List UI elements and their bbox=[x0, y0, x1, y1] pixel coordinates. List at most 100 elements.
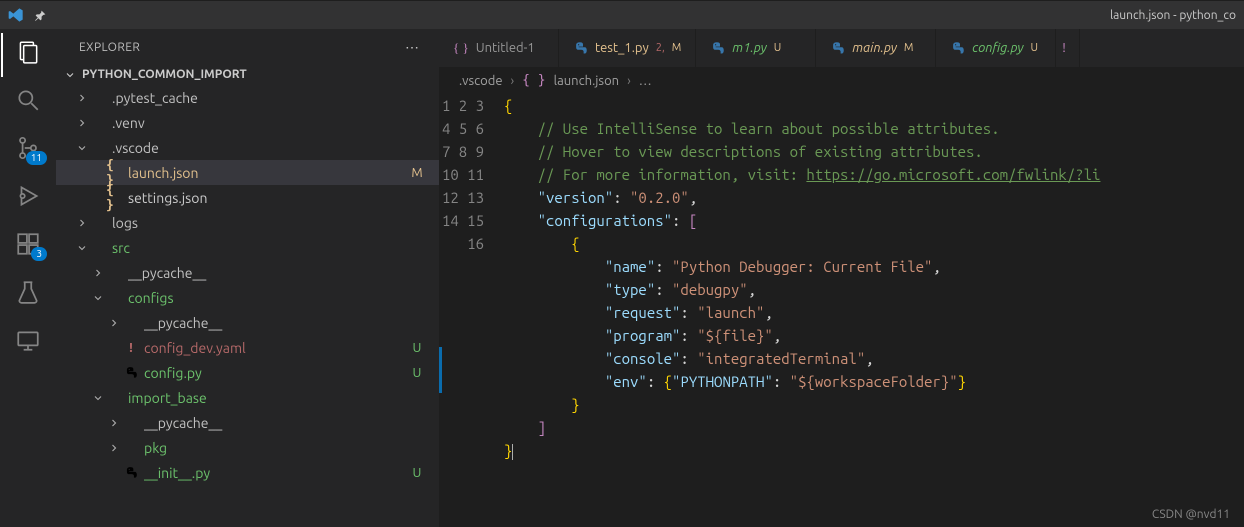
chevron-right-icon[interactable] bbox=[90, 267, 106, 279]
folder-row[interactable]: logs bbox=[56, 210, 439, 235]
python-file-icon bbox=[950, 41, 965, 56]
ext-badge: 3 bbox=[31, 247, 47, 261]
folder-row[interactable]: __pycache__ bbox=[56, 310, 439, 335]
chevron-right-icon[interactable] bbox=[74, 117, 90, 129]
file-row[interactable]: !config_dev.yamlU bbox=[56, 335, 439, 360]
tab-problem-count: 2, bbox=[656, 42, 665, 54]
scm-view-icon[interactable]: 11 bbox=[15, 135, 41, 161]
tree-item-label: __pycache__ bbox=[144, 415, 409, 431]
python-file-icon bbox=[830, 41, 845, 56]
tab-label: test_1.py bbox=[595, 41, 649, 55]
extensions-view-icon[interactable]: 3 bbox=[15, 231, 41, 257]
folder-row[interactable]: .pytest_cache bbox=[56, 85, 439, 110]
tab-label: config.py bbox=[972, 41, 1023, 55]
tab-git-status: U bbox=[1031, 42, 1039, 54]
editor-tab[interactable]: config.py U bbox=[936, 29, 1056, 67]
tab-git-status: U bbox=[774, 42, 782, 54]
git-status: U bbox=[409, 341, 425, 355]
folder-row[interactable]: src bbox=[56, 235, 439, 260]
file-row[interactable]: config.pyU bbox=[56, 360, 439, 385]
git-status: U bbox=[409, 466, 425, 480]
gutter-change-mark bbox=[439, 347, 442, 393]
tree-item-label: .vscode bbox=[112, 140, 409, 156]
folder-row[interactable]: __pycache__ bbox=[56, 260, 439, 285]
json-icon: { } bbox=[522, 73, 545, 88]
file-row[interactable]: { }launch.jsonM bbox=[56, 160, 439, 185]
editor-tab[interactable]: { } Untitled-1 bbox=[439, 29, 559, 67]
editor-tab-overflow[interactable]: ! bbox=[1056, 29, 1080, 67]
tree-item-label: pkg bbox=[144, 440, 409, 456]
scm-badge: 11 bbox=[26, 151, 47, 165]
chevron-down-icon[interactable] bbox=[90, 392, 106, 404]
tree-item-label: config.py bbox=[144, 365, 409, 381]
chevron-down-icon[interactable] bbox=[74, 242, 90, 254]
folder-row[interactable]: pkg bbox=[56, 435, 439, 460]
file-row[interactable]: { }settings.json bbox=[56, 185, 439, 210]
tree-item-label: configs bbox=[128, 290, 409, 306]
line-number-gutter: 1 2 3 4 5 6 7 8 9 10 11 12 13 14 15 16 bbox=[439, 94, 504, 527]
activity-bar: 11 3 bbox=[0, 29, 56, 527]
folder-row[interactable]: .vscode bbox=[56, 135, 439, 160]
chevron-right-icon: › bbox=[627, 74, 631, 88]
json-file-icon: { } bbox=[106, 183, 124, 213]
yaml-file-icon: ! bbox=[122, 341, 140, 355]
chevron-right-icon[interactable] bbox=[74, 92, 90, 104]
python-file-icon bbox=[710, 41, 725, 56]
editor-tab[interactable]: main.pyM bbox=[816, 29, 936, 67]
breadcrumb-segment[interactable]: launch.json bbox=[554, 74, 619, 88]
workspace-folder-header[interactable]: PYTHON_COMMON_IMPORT bbox=[56, 64, 439, 85]
folder-row[interactable]: .venv bbox=[56, 110, 439, 135]
debug-view-icon[interactable] bbox=[15, 183, 41, 209]
pin-icon[interactable] bbox=[34, 9, 47, 22]
watermark: CSDN @nvd11 bbox=[1152, 508, 1230, 521]
folder-row[interactable]: import_base bbox=[56, 385, 439, 410]
breadcrumb-end: … bbox=[639, 74, 652, 88]
editor-tab[interactable]: m1.py U bbox=[696, 29, 816, 67]
search-view-icon[interactable] bbox=[15, 87, 41, 113]
folder-row[interactable]: configs bbox=[56, 285, 439, 310]
breadcrumb[interactable]: .vscode › { } launch.json › … bbox=[439, 67, 1244, 94]
tab-label: Untitled-1 bbox=[476, 41, 535, 55]
tab-label: main.py bbox=[852, 41, 897, 55]
editor-tab[interactable]: test_1.py 2, M bbox=[559, 29, 696, 67]
editor-area: { }Untitled-1test_1.py2,Mm1.pyUmain.pyMc… bbox=[439, 29, 1244, 527]
file-row[interactable]: __init__.pyU bbox=[56, 460, 439, 485]
folder-row[interactable]: __pycache__ bbox=[56, 410, 439, 435]
file-tree: .pytest_cache .venv .vscode { }launch.jsonM… bbox=[56, 85, 439, 527]
sidebar-title: EXPLORER bbox=[79, 41, 140, 54]
tab-git-status: M bbox=[672, 42, 682, 54]
chevron-right-icon: › bbox=[511, 74, 515, 88]
chevron-down-icon[interactable] bbox=[90, 292, 106, 304]
tree-item-label: logs bbox=[112, 215, 409, 231]
python-file-icon bbox=[122, 366, 140, 380]
json-file-icon: { } bbox=[453, 40, 469, 56]
tree-item-label: import_base bbox=[128, 390, 409, 406]
testing-view-icon[interactable] bbox=[15, 279, 41, 305]
tree-item-label: .pytest_cache bbox=[112, 90, 409, 106]
tree-item-label: __pycache__ bbox=[144, 315, 409, 331]
tree-item-label: launch.json bbox=[128, 165, 409, 181]
python-file-icon bbox=[122, 466, 140, 480]
chevron-right-icon[interactable] bbox=[106, 317, 122, 329]
code-editor[interactable]: { // Use IntelliSense to learn about pos… bbox=[504, 94, 1244, 527]
explorer-view-icon[interactable] bbox=[15, 39, 41, 65]
tab-label: m1.py bbox=[732, 41, 766, 55]
chevron-right-icon[interactable] bbox=[106, 417, 122, 429]
titlebar: launch.json - python_co bbox=[0, 0, 1244, 29]
tree-item-label: __pycache__ bbox=[128, 265, 409, 281]
sidebar: EXPLORER ⋯ PYTHON_COMMON_IMPORT .pytest_… bbox=[56, 29, 439, 527]
vscode-logo-icon bbox=[8, 7, 24, 23]
sidebar-more-icon[interactable]: ⋯ bbox=[405, 39, 421, 56]
chevron-down-icon[interactable] bbox=[74, 142, 90, 154]
chevron-right-icon[interactable] bbox=[74, 217, 90, 229]
tree-item-label: __init__.py bbox=[144, 465, 409, 481]
tree-item-label: .venv bbox=[112, 115, 409, 131]
git-status: U bbox=[409, 366, 425, 380]
chevron-right-icon[interactable] bbox=[106, 442, 122, 454]
git-status: M bbox=[409, 166, 425, 180]
remote-view-icon[interactable] bbox=[15, 327, 41, 353]
python-file-icon bbox=[573, 41, 588, 56]
tree-item-label: settings.json bbox=[128, 190, 409, 206]
window-title: launch.json - python_co bbox=[1110, 9, 1236, 22]
breadcrumb-segment[interactable]: .vscode bbox=[459, 74, 503, 88]
